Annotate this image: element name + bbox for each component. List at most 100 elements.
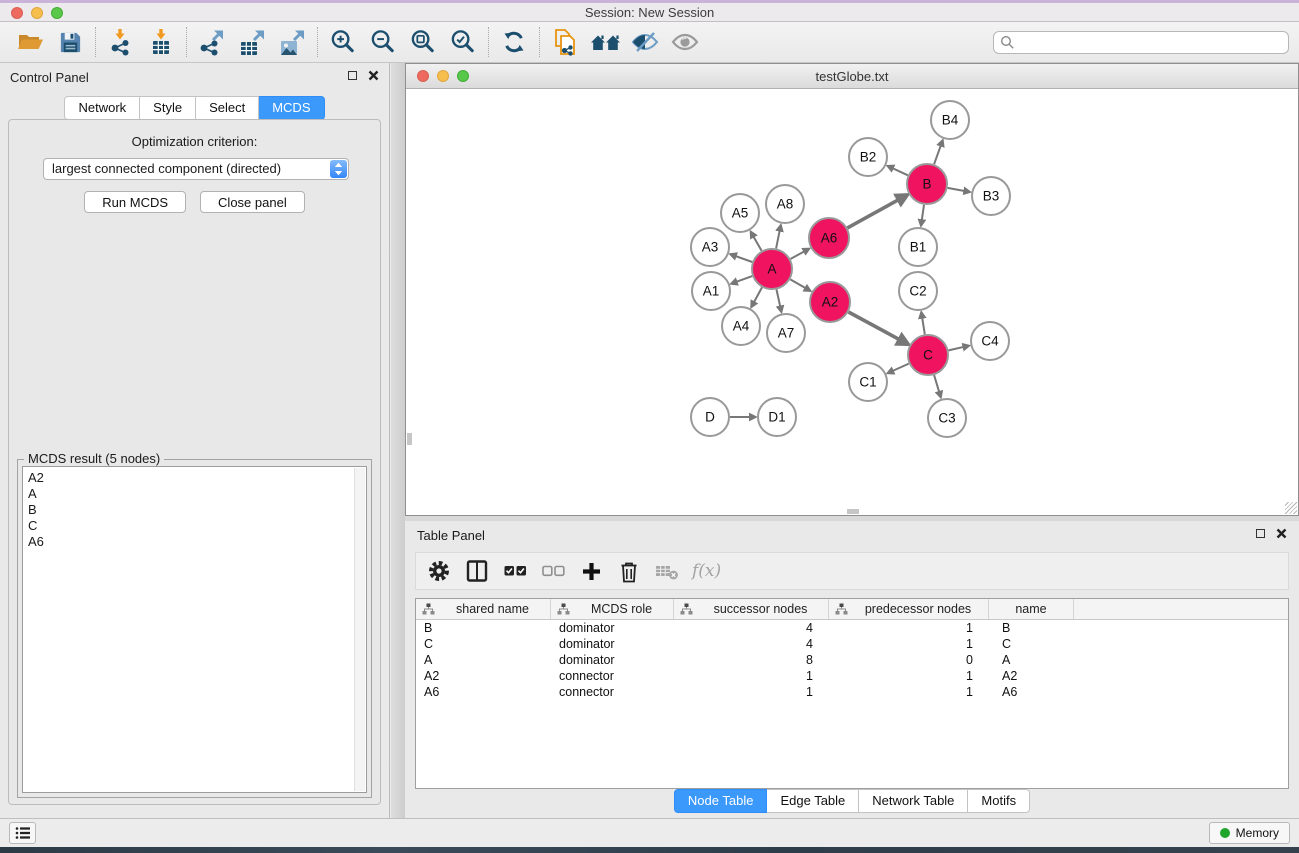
column-header-name[interactable]: name — [989, 599, 1074, 619]
edge-A-A2[interactable] — [790, 279, 810, 291]
network-hscroll-thumb[interactable] — [847, 509, 859, 514]
table-row[interactable]: Cdominator41C — [416, 636, 1288, 652]
graph-node-A7[interactable]: A7 — [767, 314, 805, 352]
export-network-button[interactable] — [192, 25, 232, 59]
table-cell[interactable]: 1 — [829, 637, 989, 651]
table-row[interactable]: Adominator80A — [416, 652, 1288, 668]
panel-divider[interactable] — [391, 63, 405, 818]
table-cell[interactable]: 1 — [674, 669, 829, 683]
result-item[interactable]: A2 — [28, 470, 366, 486]
run-mcds-button[interactable]: Run MCDS — [84, 191, 186, 213]
graph-node-D[interactable]: D — [691, 398, 729, 436]
edge-A-A6[interactable] — [790, 249, 809, 259]
select-all-button[interactable] — [498, 555, 532, 587]
network-zoom-button[interactable] — [457, 70, 469, 82]
close-table-panel-icon[interactable] — [1276, 528, 1287, 539]
graph-node-A3[interactable]: A3 — [691, 228, 729, 266]
tab-select[interactable]: Select — [196, 96, 259, 120]
edge-A2-C[interactable] — [849, 312, 909, 344]
export-table-button[interactable] — [232, 25, 272, 59]
edge-A6-B[interactable] — [847, 195, 907, 228]
graph-node-A5[interactable]: A5 — [721, 194, 759, 232]
search-field[interactable] — [993, 31, 1289, 54]
network-window-titlebar[interactable]: testGlobe.txt — [406, 64, 1298, 89]
network-canvas[interactable]: B4B2BB3A8A5A6B1A3AC2A1A2A4A7C4CC1C3DD1 — [406, 89, 1298, 515]
edge-A-A7[interactable] — [777, 290, 782, 313]
table-cell[interactable]: A6 — [989, 685, 1074, 699]
graph-node-B3[interactable]: B3 — [972, 177, 1010, 215]
table-cell[interactable]: 1 — [674, 685, 829, 699]
close-panel-icon[interactable] — [368, 70, 379, 81]
graph-node-C[interactable]: C — [908, 335, 948, 375]
edge-C-C2[interactable] — [921, 312, 925, 334]
graph-node-A1[interactable]: A1 — [692, 272, 730, 310]
graph-node-A2[interactable]: A2 — [810, 282, 850, 322]
table-cell[interactable]: dominator — [551, 653, 674, 667]
table-cell[interactable]: 1 — [829, 621, 989, 635]
table-cell[interactable]: dominator — [551, 621, 674, 635]
edge-B-B2[interactable] — [888, 166, 908, 175]
table-row[interactable]: A6connector11A6 — [416, 684, 1288, 700]
graph-node-B1[interactable]: B1 — [899, 228, 937, 266]
table-cell[interactable]: C — [416, 637, 551, 651]
edge-A-A5[interactable] — [751, 232, 762, 251]
search-input[interactable] — [1019, 35, 1282, 49]
function-builder-button[interactable]: f(x) — [688, 561, 721, 581]
graph-node-B2[interactable]: B2 — [849, 138, 887, 176]
save-session-button[interactable] — [50, 25, 90, 59]
memory-button[interactable]: Memory — [1209, 822, 1290, 844]
table-settings-button[interactable] — [422, 555, 456, 587]
table-cell[interactable]: dominator — [551, 637, 674, 651]
result-item[interactable]: B — [28, 502, 366, 518]
table-cell[interactable]: 4 — [674, 621, 829, 635]
table-cell[interactable]: C — [989, 637, 1074, 651]
edge-B-B4[interactable] — [934, 140, 943, 164]
edge-A-A1[interactable] — [731, 276, 752, 284]
import-network-button[interactable] — [101, 25, 141, 59]
deselect-all-button[interactable] — [536, 555, 570, 587]
network-resize-grip[interactable] — [1285, 502, 1297, 514]
graph-node-D1[interactable]: D1 — [758, 398, 796, 436]
add-column-button[interactable] — [574, 555, 608, 587]
zoom-in-button[interactable] — [323, 25, 363, 59]
graph-node-A4[interactable]: A4 — [722, 307, 760, 345]
hide-selected-button[interactable] — [625, 25, 665, 59]
table-cell[interactable]: 0 — [829, 653, 989, 667]
show-columns-button[interactable] — [460, 555, 494, 587]
float-panel-icon[interactable] — [348, 71, 357, 80]
table-cell[interactable]: A — [416, 653, 551, 667]
graph-node-A8[interactable]: A8 — [766, 185, 804, 223]
tab-network[interactable]: Network — [64, 96, 140, 120]
edge-C-C4[interactable] — [949, 346, 970, 351]
network-vscroll-thumb[interactable] — [407, 433, 412, 445]
tab-node-table[interactable]: Node Table — [674, 789, 768, 813]
table-cell[interactable]: connector — [551, 685, 674, 699]
table-cell[interactable]: 8 — [674, 653, 829, 667]
column-header-predecessor-nodes[interactable]: predecessor nodes — [829, 599, 989, 619]
result-list-scrollbar[interactable] — [354, 468, 365, 791]
table-cell[interactable]: 1 — [829, 669, 989, 683]
table-row[interactable]: Bdominator41B — [416, 620, 1288, 636]
graph-node-C3[interactable]: C3 — [928, 399, 966, 437]
tab-style[interactable]: Style — [140, 96, 196, 120]
zoom-fit-button[interactable] — [403, 25, 443, 59]
network-minimize-button[interactable] — [437, 70, 449, 82]
column-header-shared-name[interactable]: shared name — [416, 599, 551, 619]
home-button[interactable] — [585, 25, 625, 59]
tab-motifs[interactable]: Motifs — [968, 789, 1030, 813]
result-item[interactable]: A6 — [28, 534, 366, 550]
column-header-mcds-role[interactable]: MCDS role — [551, 599, 674, 619]
tab-mcds[interactable]: MCDS — [259, 96, 324, 120]
graph-node-A6[interactable]: A6 — [809, 218, 849, 258]
show-eye-button[interactable] — [665, 25, 705, 59]
table-cell[interactable]: B — [416, 621, 551, 635]
edge-C-C3[interactable] — [934, 375, 941, 397]
graph-node-B[interactable]: B — [907, 164, 947, 204]
table-row[interactable]: A2connector11A2 — [416, 668, 1288, 684]
graph-node-C4[interactable]: C4 — [971, 322, 1009, 360]
open-session-button[interactable] — [10, 25, 50, 59]
edge-B-B3[interactable] — [948, 188, 970, 192]
graph-node-C2[interactable]: C2 — [899, 272, 937, 310]
delete-table-button[interactable] — [650, 555, 684, 587]
edge-A-A4[interactable] — [751, 287, 762, 307]
